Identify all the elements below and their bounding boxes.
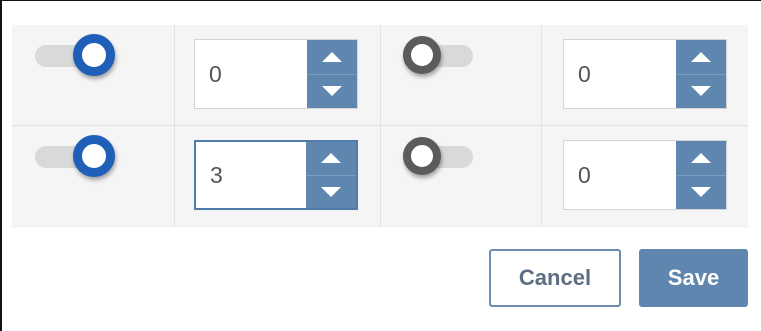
spinner	[306, 142, 356, 208]
chevron-down-icon	[691, 187, 711, 198]
row-1-toggle-b[interactable]	[403, 34, 487, 78]
increment-button[interactable]	[307, 40, 357, 74]
spinner	[307, 40, 357, 108]
row-1-toggle-a[interactable]	[35, 34, 119, 78]
toggle-knob	[403, 36, 441, 74]
number-value[interactable]: 3	[210, 142, 223, 208]
toggle-knob	[73, 135, 115, 177]
save-button[interactable]: Save	[639, 249, 748, 307]
number-value[interactable]: 0	[578, 40, 591, 108]
row-2-number-input-b[interactable]: 0	[563, 140, 727, 210]
toggle-knob	[403, 137, 441, 175]
chevron-down-icon	[691, 86, 711, 97]
row-divider	[12, 125, 748, 126]
decrement-button[interactable]	[676, 174, 726, 210]
chevron-down-icon	[321, 186, 341, 197]
spinner	[676, 141, 726, 209]
decrement-button[interactable]	[306, 174, 356, 209]
chevron-up-icon	[691, 152, 711, 163]
increment-button[interactable]	[306, 142, 356, 175]
row-divider	[12, 226, 748, 227]
increment-button[interactable]	[676, 141, 726, 175]
decrement-button[interactable]	[676, 73, 726, 109]
increment-button[interactable]	[676, 40, 726, 74]
decrement-button[interactable]	[307, 73, 357, 109]
row-2-toggle-b[interactable]	[403, 135, 487, 179]
toggle-knob	[73, 34, 115, 76]
settings-panel: 0 0 3 0 Cancel Save	[0, 0, 761, 331]
spinner	[676, 40, 726, 108]
chevron-up-icon	[322, 51, 342, 62]
number-value[interactable]: 0	[578, 141, 591, 209]
cancel-button[interactable]: Cancel	[489, 249, 621, 307]
row-2-number-input-a[interactable]: 3	[194, 140, 358, 210]
row-1-number-input-a[interactable]: 0	[194, 39, 358, 109]
row-2-toggle-a[interactable]	[35, 135, 119, 179]
chevron-up-icon	[321, 153, 341, 164]
chevron-down-icon	[322, 86, 342, 97]
chevron-up-icon	[691, 51, 711, 62]
number-value[interactable]: 0	[209, 40, 222, 108]
row-1-number-input-b[interactable]: 0	[563, 39, 727, 109]
